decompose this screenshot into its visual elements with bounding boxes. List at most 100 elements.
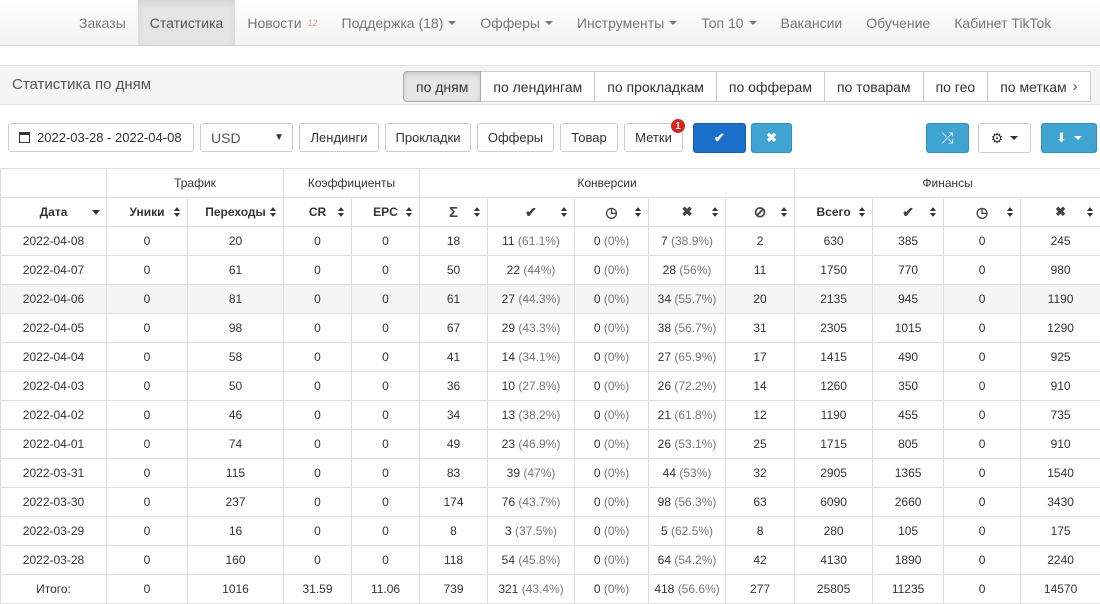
cell-uniques: 0	[106, 429, 188, 459]
cell-rejected: 418 (56.6%)	[648, 574, 727, 604]
col-uniques[interactable]: Уники	[106, 197, 188, 227]
cell-clicks: 46	[187, 400, 284, 430]
col-date-label: Дата	[39, 205, 68, 219]
col-approved[interactable]: ✔	[487, 197, 576, 227]
cell-rejected-percent: (56%)	[679, 263, 712, 277]
view-tab-2[interactable]: по прокладкам	[595, 71, 717, 102]
cell-fin-total: 1750	[794, 255, 874, 285]
col-fin-hold[interactable]: ◷	[943, 197, 1022, 227]
offers-filter-button[interactable]: Офферы	[477, 123, 554, 152]
table-row[interactable]: 2022-03-31 0 115 0 0 83 39 (47%) 0 (0%) 44 (53%)…	[0, 458, 1100, 488]
cell-cr: 0	[283, 400, 352, 430]
cell-fin-approved: 805	[872, 429, 945, 459]
nav-item-0[interactable]: Заказы	[67, 0, 138, 45]
table-row[interactable]: 2022-04-02 0 46 0 0 34 13 (38.2%) 0 (0%) 21 (61.…	[0, 400, 1100, 430]
cell-clicks: 81	[187, 284, 284, 314]
cell-approved: 321 (43.4%)	[487, 574, 576, 604]
cell-rejected-percent: (61.8%)	[674, 408, 717, 422]
currency-select[interactable]: USD ▼	[200, 123, 293, 152]
cell-epc: 0	[350, 400, 421, 430]
cell-cr: 0	[283, 429, 352, 459]
apply-filters-button[interactable]: ✔	[693, 123, 746, 153]
cell-epc: 11.06	[350, 574, 421, 604]
col-uniques-label: Уники	[129, 205, 165, 219]
cell-rejected-percent: (56.7%)	[674, 321, 717, 335]
view-tab-0[interactable]: по дням	[403, 71, 482, 102]
col-rejected[interactable]: ✖	[648, 197, 727, 227]
col-date[interactable]: Дата	[0, 197, 107, 227]
table-row[interactable]: 2022-04-05 0 98 0 0 67 29 (43.3%) 0 (0%) 38 (56.…	[0, 313, 1100, 343]
table-row[interactable]: 2022-04-06 0 81 0 0 61 27 (44.3%) 0 (0%) 34 (55.…	[0, 284, 1100, 314]
col-sum[interactable]: Σ	[419, 197, 489, 227]
nav-item-label: Поддержка (18)	[341, 14, 444, 31]
totals-row[interactable]: Итого: 0 1016 31.59 11.06 739 321 (43.4%) 0 (0%…	[0, 574, 1100, 604]
date-range-picker[interactable]: 2022-03-28 - 2022-04-08	[8, 123, 194, 152]
view-tab-label: по лендингам	[493, 78, 583, 95]
col-cr[interactable]: CR	[283, 197, 352, 227]
table-row[interactable]: 2022-03-30 0 237 0 0 174 76 (43.7%) 0 (0%) 98 (5…	[0, 487, 1100, 517]
cell-hold-percent: (0%)	[603, 292, 630, 306]
settings-dropdown-button[interactable]: ⚙	[978, 123, 1031, 153]
sort-icon	[635, 207, 642, 218]
cell-date: 2022-03-28	[0, 545, 107, 575]
table-row[interactable]: 2022-04-08 0 20 0 0 18 11 (61.1%) 0 (0%) 7 (38.9…	[0, 226, 1100, 256]
nav-item-3[interactable]: Поддержка (18)	[330, 0, 469, 45]
cell-date: 2022-04-03	[0, 371, 107, 401]
nav-item-label: Статистика	[149, 14, 224, 31]
table-row[interactable]: 2022-04-03 0 50 0 0 36 10 (27.8%) 0 (0%) 26 (72.…	[0, 371, 1100, 401]
download-dropdown-button[interactable]: ⬇	[1041, 123, 1097, 153]
nav-item-2[interactable]: Новости 12	[235, 0, 329, 45]
chevron-right-icon[interactable]: ›	[1073, 78, 1078, 95]
cell-cr: 0	[283, 458, 352, 488]
cell-fin-total: 1190	[794, 400, 874, 430]
table-row[interactable]: 2022-04-01 0 74 0 0 49 23 (46.9%) 0 (0%) 26 (53.…	[0, 429, 1100, 459]
col-epc[interactable]: EPC	[350, 197, 421, 227]
close-icon: ✖	[681, 204, 693, 219]
nav-item-7[interactable]: Вакансии	[769, 0, 855, 45]
shuffle-button[interactable]: ⤮	[926, 123, 969, 153]
stats-table: Трафик Коэффициенты Конверсии Финансы Да…	[0, 168, 1100, 604]
view-tab-1[interactable]: по лендингам	[481, 71, 596, 102]
nav-item-4[interactable]: Офферы	[468, 0, 565, 45]
cell-approved: 39 (47%)	[487, 458, 576, 488]
table-row[interactable]: 2022-03-29 0 16 0 0 8 3 (37.5%) 0 (0%) 5 (62.5%)…	[0, 516, 1100, 546]
check-icon: ✔	[714, 130, 725, 145]
col-trash[interactable]: ⊘	[725, 197, 796, 227]
cell-hold: 0 (0%)	[574, 255, 650, 285]
table-row[interactable]: 2022-03-28 0 160 0 0 118 54 (45.8%) 0 (0%) 64 (5…	[0, 545, 1100, 575]
nav-item-6[interactable]: Топ 10	[689, 0, 768, 45]
cell-fin-hold: 0	[943, 255, 1022, 285]
cell-fin-rejected: 1290	[1020, 313, 1100, 343]
cell-fin-rejected: 2240	[1020, 545, 1100, 575]
col-fin-rejected[interactable]: ✖	[1020, 197, 1100, 227]
view-tab-4[interactable]: по товарам	[825, 71, 924, 102]
cell-date: 2022-03-29	[0, 516, 107, 546]
cell-rejected-percent: (38.9%)	[671, 234, 714, 248]
col-clicks[interactable]: Переходы	[187, 197, 284, 227]
shuffle-icon: ⤮	[941, 129, 954, 147]
cell-uniques: 0	[106, 400, 188, 430]
nav-item-8[interactable]: Обучение	[854, 0, 942, 45]
view-tab-6[interactable]: по меткам ›	[988, 71, 1091, 102]
table-row[interactable]: 2022-04-07 0 61 0 0 50 22 (44%) 0 (0%) 28 (56%) 1…	[0, 255, 1100, 285]
nav-item-label: Новости	[247, 14, 302, 31]
prokladki-filter-button[interactable]: Прокладки	[385, 123, 471, 152]
reset-filters-button[interactable]: ✖	[751, 123, 792, 153]
table-row[interactable]: 2022-04-04 0 58 0 0 41 14 (34.1%) 0 (0%) 27 (65.…	[0, 342, 1100, 372]
cell-approved-value: 54	[501, 553, 515, 567]
tags-filter-button[interactable]: Метки 1	[624, 118, 686, 152]
col-fin-approved[interactable]: ✔	[872, 197, 945, 227]
cell-trash: 2	[725, 226, 796, 256]
view-tab-5[interactable]: по гео	[923, 71, 989, 102]
cell-uniques: 0	[106, 226, 188, 256]
landings-filter-button[interactable]: Лендинги	[299, 123, 379, 152]
col-hold[interactable]: ◷	[574, 197, 650, 227]
view-tab-3[interactable]: по офферам	[716, 71, 825, 102]
close-icon: ✖	[766, 130, 777, 145]
product-filter-button[interactable]: Товар	[560, 123, 618, 152]
cell-date: 2022-04-02	[0, 400, 107, 430]
nav-item-5[interactable]: Инструменты	[565, 0, 689, 45]
col-fin-total[interactable]: Всего	[794, 197, 874, 227]
nav-item-1[interactable]: Статистика	[137, 0, 236, 45]
nav-item-9[interactable]: Кабинет TikTok	[942, 0, 1063, 45]
